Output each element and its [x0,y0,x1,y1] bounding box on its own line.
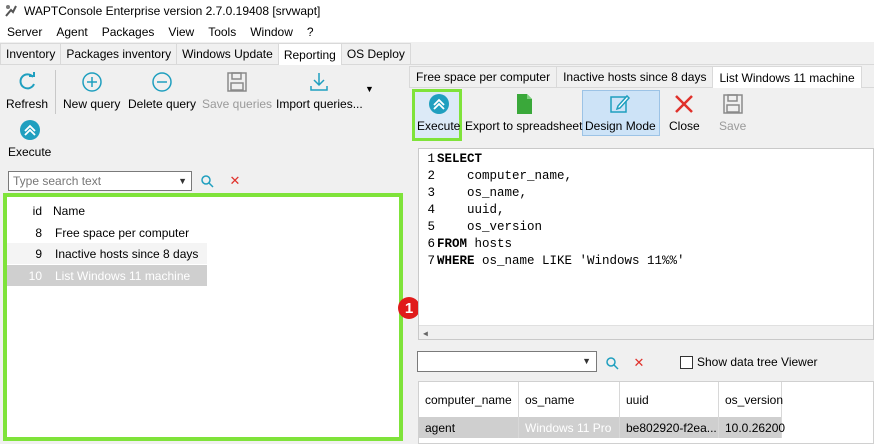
menu-view[interactable]: View [161,25,201,39]
window-title: WAPTConsole Enterprise version 2.7.0.194… [24,3,321,18]
plus-circle-icon [80,70,104,94]
table-row[interactable]: agent Windows 11 Pro be802920-f2ea... 10… [419,417,785,438]
spreadsheet-icon [512,92,536,116]
floppy-disk-icon [225,70,249,94]
import-queries-button[interactable]: Import queries... [276,70,363,111]
list-item[interactable]: 9 Inactive hosts since 8 days [7,243,207,264]
tab-windows-update[interactable]: Windows Update [176,43,279,64]
list-item-selected[interactable]: 10 List Windows 11 machine [7,265,207,286]
code-line: 2 computer_name, [427,168,573,183]
column-header-os-name[interactable]: os_name [519,382,620,417]
download-icon [307,70,331,94]
clear-filter-icon[interactable]: ✕ [631,355,647,371]
sql-editor[interactable]: 1 SELECT 2 computer_name, 3 os_name, 4 uu… [418,148,874,340]
column-header-computer-name[interactable]: computer_name [419,382,519,417]
menu-tools[interactable]: Tools [201,25,243,39]
dropdown-arrow-icon[interactable]: ▼ [365,84,374,94]
execute-left-button[interactable]: Execute [8,118,51,159]
close-button[interactable]: Close [669,92,700,133]
query-toolbar: Execute Export to spreadsheet Design Mod… [409,88,874,144]
save-button[interactable]: Save [719,92,746,133]
edit-icon [608,92,632,116]
show-tree-label: Show data tree Viewer [697,355,818,369]
floppy-disk-icon [721,92,745,116]
query-list: id Name 8 Free space per computer 9 Inac… [3,193,403,441]
results-grid: computer_name os_name uuid os_version ag… [418,381,874,444]
show-tree-checkbox[interactable] [680,356,693,369]
menu-window[interactable]: Window [243,25,300,39]
export-spreadsheet-button[interactable]: Export to spreadsheet [465,92,582,133]
execute-icon [427,92,451,116]
wapt-app-icon [5,4,17,17]
code-line: 5 os_version [427,219,543,234]
tab-os-deploy[interactable]: OS Deploy [340,43,411,64]
code-line: 3 os_name, [427,185,528,200]
horizontal-scrollbar[interactable]: ◀ [419,325,873,339]
column-header-name[interactable]: Name [47,204,207,218]
tab-reporting[interactable]: Reporting [277,43,342,65]
search-input[interactable]: Type search text ▼ [8,171,192,191]
save-queries-button[interactable]: Save queries [202,70,272,111]
search-icon[interactable] [199,173,215,189]
minus-circle-icon [150,70,174,94]
query-tabs: Free space per computer Inactive hosts s… [409,66,874,88]
results-filter-combo[interactable]: ▼ [417,351,597,372]
column-header-os-version[interactable]: os_version [719,382,783,417]
tab-packages-inventory[interactable]: Packages inventory [60,43,178,64]
tab-list-windows-11[interactable]: List Windows 11 machine [712,66,862,88]
search-icon[interactable] [604,355,620,371]
code-line: 7 WHERE os_name LIKE 'Windows 11%%' [427,253,685,268]
refresh-icon [15,70,39,94]
clear-search-icon[interactable]: ✕ [227,173,243,189]
chevron-down-icon: ▼ [178,176,187,186]
code-line: 4 uuid, [427,202,505,217]
column-header-uuid[interactable]: uuid [620,382,719,417]
list-item[interactable]: 8 Free space per computer [7,222,207,243]
title-bar: WAPTConsole Enterprise version 2.7.0.194… [0,0,874,21]
query-list-header: id Name [7,201,207,221]
menu-server[interactable]: Server [0,25,49,39]
menu-help[interactable]: ? [300,25,321,39]
tab-inactive-hosts[interactable]: Inactive hosts since 8 days [556,66,714,87]
close-icon [672,92,696,116]
code-line: 1 SELECT [427,151,483,166]
column-header-id[interactable]: id [7,204,47,218]
refresh-button[interactable]: Refresh [6,70,48,111]
new-query-button[interactable]: New query [63,70,120,111]
chevron-down-icon: ▼ [582,356,591,366]
code-line: 6 FROM hosts [427,236,513,251]
tab-free-space[interactable]: Free space per computer [409,66,558,87]
menu-agent[interactable]: Agent [49,25,94,39]
main-tabs: Inventory Packages inventory Windows Upd… [0,43,874,65]
tab-inventory[interactable]: Inventory [0,43,62,64]
design-mode-button[interactable]: Design Mode [585,92,656,133]
scroll-left-icon[interactable]: ◀ [423,329,428,339]
execute-icon [18,118,42,142]
left-toolbar: Refresh New query Delete query Save quer… [0,66,405,166]
results-header: computer_name os_name uuid os_version [419,382,783,417]
delete-query-button[interactable]: Delete query [128,70,196,111]
menu-packages[interactable]: Packages [95,25,162,39]
toolbar-separator [55,70,56,114]
execute-button[interactable]: Execute [417,92,460,133]
menu-bar: Server Agent Packages View Tools Window … [0,21,874,42]
callout-badge-1: 1 [398,297,420,319]
